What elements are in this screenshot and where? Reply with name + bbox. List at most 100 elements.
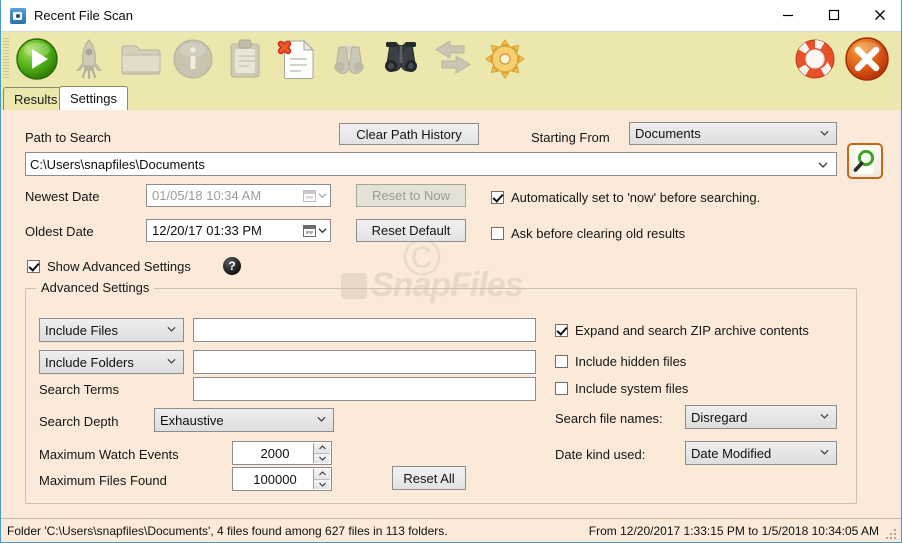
reset-to-now-button[interactable]: Reset to Now — [356, 184, 466, 207]
include-folders-mode-value: Include Folders — [45, 354, 134, 370]
status-left-text: Folder 'C:\Users\snapfiles\Documents', 4… — [7, 523, 448, 538]
include-system-checkbox[interactable]: Include system files — [555, 381, 688, 396]
search-button[interactable] — [847, 143, 883, 179]
window-title: Recent File Scan — [34, 8, 133, 23]
chevron-down-icon — [820, 130, 829, 136]
path-input[interactable]: C:\Users\snapfiles\Documents — [25, 152, 837, 176]
starting-from-combo[interactable]: Documents — [629, 122, 837, 145]
checkbox-box — [491, 227, 504, 240]
newest-date-picker-button[interactable] — [303, 189, 327, 202]
starting-from-value: Documents — [635, 126, 701, 141]
reset-default-button[interactable]: Reset Default — [356, 219, 466, 242]
advanced-settings-title: Advanced Settings — [36, 280, 155, 295]
search-file-names-value: Disregard — [691, 409, 748, 425]
oldest-date-field[interactable]: 12/20/17 01:33 PM — [146, 219, 331, 242]
search-terms-input[interactable] — [193, 377, 536, 401]
maximize-button[interactable] — [811, 0, 857, 31]
expand-zip-label: Expand and search ZIP archive contents — [575, 323, 809, 338]
swap-button[interactable] — [427, 33, 479, 85]
checkbox-box — [555, 355, 568, 368]
magnifier-search-icon — [853, 148, 875, 174]
include-files-mode-combo[interactable]: Include Files — [39, 318, 184, 342]
search-depth-value: Exhaustive — [160, 412, 224, 428]
search-file-names-combo[interactable]: Disregard — [685, 405, 837, 429]
oldest-date-picker-button[interactable] — [303, 224, 327, 237]
max-files-found-label: Maximum Files Found — [39, 473, 167, 488]
title-bar: Recent File Scan — [1, 0, 901, 32]
launch-button[interactable] — [63, 33, 115, 85]
show-advanced-checkbox[interactable]: Show Advanced Settings — [27, 259, 191, 274]
stepper-up-button[interactable] — [314, 443, 330, 454]
exit-button[interactable] — [841, 33, 893, 85]
date-kind-label: Date kind used: — [555, 447, 646, 462]
search-file-names-label: Search file names: — [555, 411, 663, 426]
tab-settings[interactable]: Settings — [59, 86, 128, 110]
stepper-down-button[interactable] — [314, 479, 330, 489]
show-advanced-label: Show Advanced Settings — [47, 259, 191, 274]
open-folder-button[interactable] — [115, 33, 167, 85]
stepper-down-button[interactable] — [314, 453, 330, 463]
newest-date-value: 01/05/18 10:34 AM — [152, 188, 262, 203]
search-depth-combo[interactable]: Exhaustive — [154, 408, 334, 432]
close-button[interactable] — [857, 0, 901, 31]
find-button[interactable] — [375, 33, 427, 85]
start-scan-button[interactable] — [11, 33, 63, 85]
date-kind-combo[interactable]: Date Modified — [685, 441, 837, 465]
chevron-down-icon — [167, 326, 176, 332]
clear-results-button[interactable] — [271, 33, 323, 85]
clear-path-history-button[interactable]: Clear Path History — [339, 123, 479, 145]
max-files-found-stepper[interactable]: 100000 — [232, 467, 332, 491]
reset-all-button[interactable]: Reset All — [392, 466, 466, 490]
oldest-date-value: 12/20/17 01:33 PM — [152, 223, 262, 238]
date-kind-value: Date Modified — [691, 445, 772, 461]
include-files-input[interactable] — [193, 318, 536, 342]
checkbox-box — [555, 382, 568, 395]
chevron-down-icon — [318, 228, 327, 234]
toolbar-grip[interactable] — [3, 38, 9, 80]
help-button[interactable] — [789, 33, 841, 85]
checkbox-box — [555, 324, 568, 337]
minimize-button[interactable] — [765, 0, 811, 31]
stepper-buttons[interactable] — [313, 443, 330, 463]
search-depth-label: Search Depth — [39, 414, 119, 429]
search-terms-label: Search Terms — [39, 382, 119, 397]
auto-set-now-checkbox[interactable]: Automatically set to 'now' before search… — [491, 190, 760, 205]
chevron-down-icon — [318, 193, 327, 199]
max-watch-events-stepper[interactable]: 2000 — [232, 441, 332, 465]
path-value: C:\Users\snapfiles\Documents — [30, 156, 205, 172]
window-controls — [765, 0, 901, 32]
path-to-search-label: Path to Search — [25, 130, 111, 145]
status-right-text: From 12/20/2017 1:33:15 PM to 1/5/2018 1… — [588, 523, 879, 538]
info-button[interactable] — [167, 33, 219, 85]
calendar-icon — [303, 189, 316, 202]
settings-panel: © SnapFiles Path to Search Clear Path Hi… — [1, 110, 901, 518]
status-bar: Folder 'C:\Users\snapfiles\Documents', 4… — [1, 518, 901, 542]
stepper-up-button[interactable] — [314, 469, 330, 480]
include-hidden-checkbox[interactable]: Include hidden files — [555, 354, 686, 369]
options-button[interactable] — [479, 33, 531, 85]
stepper-buttons[interactable] — [313, 469, 330, 489]
checkbox-box — [491, 191, 504, 204]
starting-from-label: Starting From — [531, 130, 610, 145]
newest-date-label: Newest Date — [25, 189, 100, 204]
resize-grip[interactable] — [886, 527, 898, 539]
chevron-down-icon — [820, 449, 829, 455]
include-folders-input[interactable] — [193, 350, 536, 374]
chevron-down-icon — [820, 413, 829, 419]
help-question-icon[interactable]: ? — [223, 257, 241, 275]
expand-zip-checkbox[interactable]: Expand and search ZIP archive contents — [555, 323, 809, 338]
oldest-date-label: Oldest Date — [25, 224, 94, 239]
chevron-down-icon — [317, 416, 326, 422]
find-disabled-button[interactable] — [323, 33, 375, 85]
chevron-down-icon[interactable] — [818, 160, 828, 170]
max-watch-events-value: 2000 — [260, 445, 290, 461]
include-files-mode-value: Include Files — [45, 322, 118, 338]
include-hidden-label: Include hidden files — [575, 354, 687, 369]
clipboard-button[interactable] — [219, 33, 271, 85]
checkbox-box — [27, 260, 40, 273]
newest-date-field[interactable]: 01/05/18 10:34 AM — [146, 184, 331, 207]
ask-before-clearing-checkbox[interactable]: Ask before clearing old results — [491, 226, 685, 241]
ask-before-clearing-label: Ask before clearing old results — [511, 226, 686, 241]
include-folders-mode-combo[interactable]: Include Folders — [39, 350, 184, 374]
chevron-down-icon — [167, 358, 176, 364]
